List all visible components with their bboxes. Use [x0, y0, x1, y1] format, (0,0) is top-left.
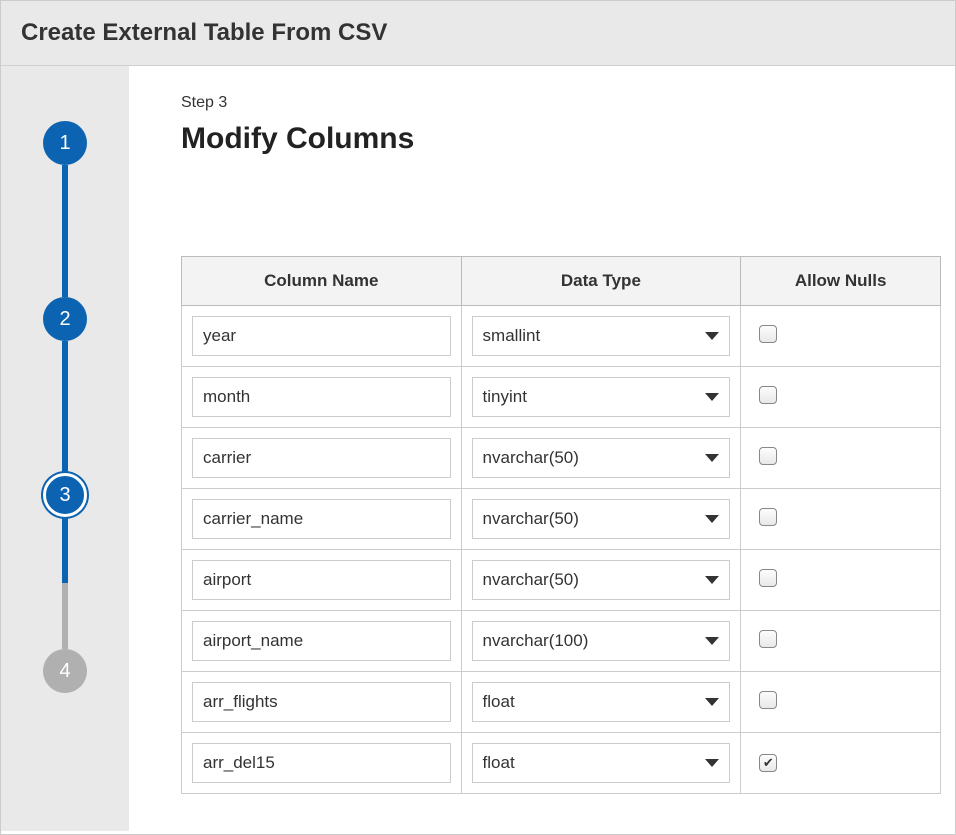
- data-type-select[interactable]: nvarchar(100): [472, 621, 731, 661]
- data-type-select[interactable]: tinyint: [472, 377, 731, 417]
- wizard-step-3[interactable]: 3: [43, 473, 87, 517]
- allow-nulls-checkbox[interactable]: [759, 630, 777, 648]
- wizard-stepper: 1 2 3 4: [1, 66, 129, 831]
- connector: [62, 583, 68, 649]
- allow-nulls-checkbox[interactable]: ✔: [759, 754, 777, 772]
- data-type-select[interactable]: smallint: [472, 316, 731, 356]
- columns-table: Column Name Data Type Allow Nulls smalli…: [181, 256, 941, 794]
- table-row: float: [182, 672, 941, 733]
- data-type-select[interactable]: nvarchar(50): [472, 499, 731, 539]
- column-name-input[interactable]: [192, 438, 451, 478]
- data-type-select[interactable]: nvarchar(50): [472, 438, 731, 478]
- data-type-select[interactable]: float: [472, 743, 731, 783]
- allow-nulls-checkbox[interactable]: [759, 691, 777, 709]
- wizard-step-1[interactable]: 1: [43, 121, 87, 165]
- data-type-select[interactable]: float: [472, 682, 731, 722]
- dialog-title: Create External Table From CSV: [21, 19, 935, 47]
- connector: [62, 517, 68, 583]
- data-type-value: float: [483, 692, 515, 712]
- column-name-input[interactable]: [192, 499, 451, 539]
- header-column-name: Column Name: [182, 257, 462, 306]
- table-row: nvarchar(50): [182, 550, 941, 611]
- table-row: smallint: [182, 306, 941, 367]
- table-row: tinyint: [182, 367, 941, 428]
- chevron-down-icon: [705, 515, 719, 523]
- data-type-value: nvarchar(100): [483, 631, 589, 651]
- data-type-value: smallint: [483, 326, 541, 346]
- column-name-input[interactable]: [192, 621, 451, 661]
- allow-nulls-checkbox[interactable]: [759, 386, 777, 404]
- wizard-step-4[interactable]: 4: [43, 649, 87, 693]
- column-name-input[interactable]: [192, 682, 451, 722]
- column-name-input[interactable]: [192, 377, 451, 417]
- dialog-header: Create External Table From CSV: [1, 1, 955, 66]
- chevron-down-icon: [705, 332, 719, 340]
- chevron-down-icon: [705, 454, 719, 462]
- column-name-input[interactable]: [192, 316, 451, 356]
- allow-nulls-checkbox[interactable]: [759, 325, 777, 343]
- data-type-value: nvarchar(50): [483, 509, 579, 529]
- wizard-step-2[interactable]: 2: [43, 297, 87, 341]
- header-allow-nulls: Allow Nulls: [741, 257, 941, 306]
- column-name-input[interactable]: [192, 743, 451, 783]
- chevron-down-icon: [705, 393, 719, 401]
- header-data-type: Data Type: [461, 257, 741, 306]
- allow-nulls-checkbox[interactable]: [759, 508, 777, 526]
- table-row: nvarchar(50): [182, 489, 941, 550]
- chevron-down-icon: [705, 576, 719, 584]
- data-type-value: tinyint: [483, 387, 527, 407]
- allow-nulls-checkbox[interactable]: [759, 447, 777, 465]
- main-panel: Step 3 Modify Columns Column Name Data T…: [129, 66, 955, 831]
- table-row: float ✔: [182, 733, 941, 794]
- allow-nulls-checkbox[interactable]: [759, 569, 777, 587]
- chevron-down-icon: [705, 698, 719, 706]
- data-type-value: nvarchar(50): [483, 570, 579, 590]
- chevron-down-icon: [705, 637, 719, 645]
- chevron-down-icon: [705, 759, 719, 767]
- column-name-input[interactable]: [192, 560, 451, 600]
- table-row: nvarchar(50): [182, 428, 941, 489]
- page-title: Modify Columns: [181, 122, 955, 156]
- data-type-value: nvarchar(50): [483, 448, 579, 468]
- table-row: nvarchar(100): [182, 611, 941, 672]
- data-type-value: float: [483, 753, 515, 773]
- data-type-select[interactable]: nvarchar(50): [472, 560, 731, 600]
- step-label: Step 3: [181, 94, 955, 112]
- connector: [62, 165, 68, 297]
- connector: [62, 341, 68, 473]
